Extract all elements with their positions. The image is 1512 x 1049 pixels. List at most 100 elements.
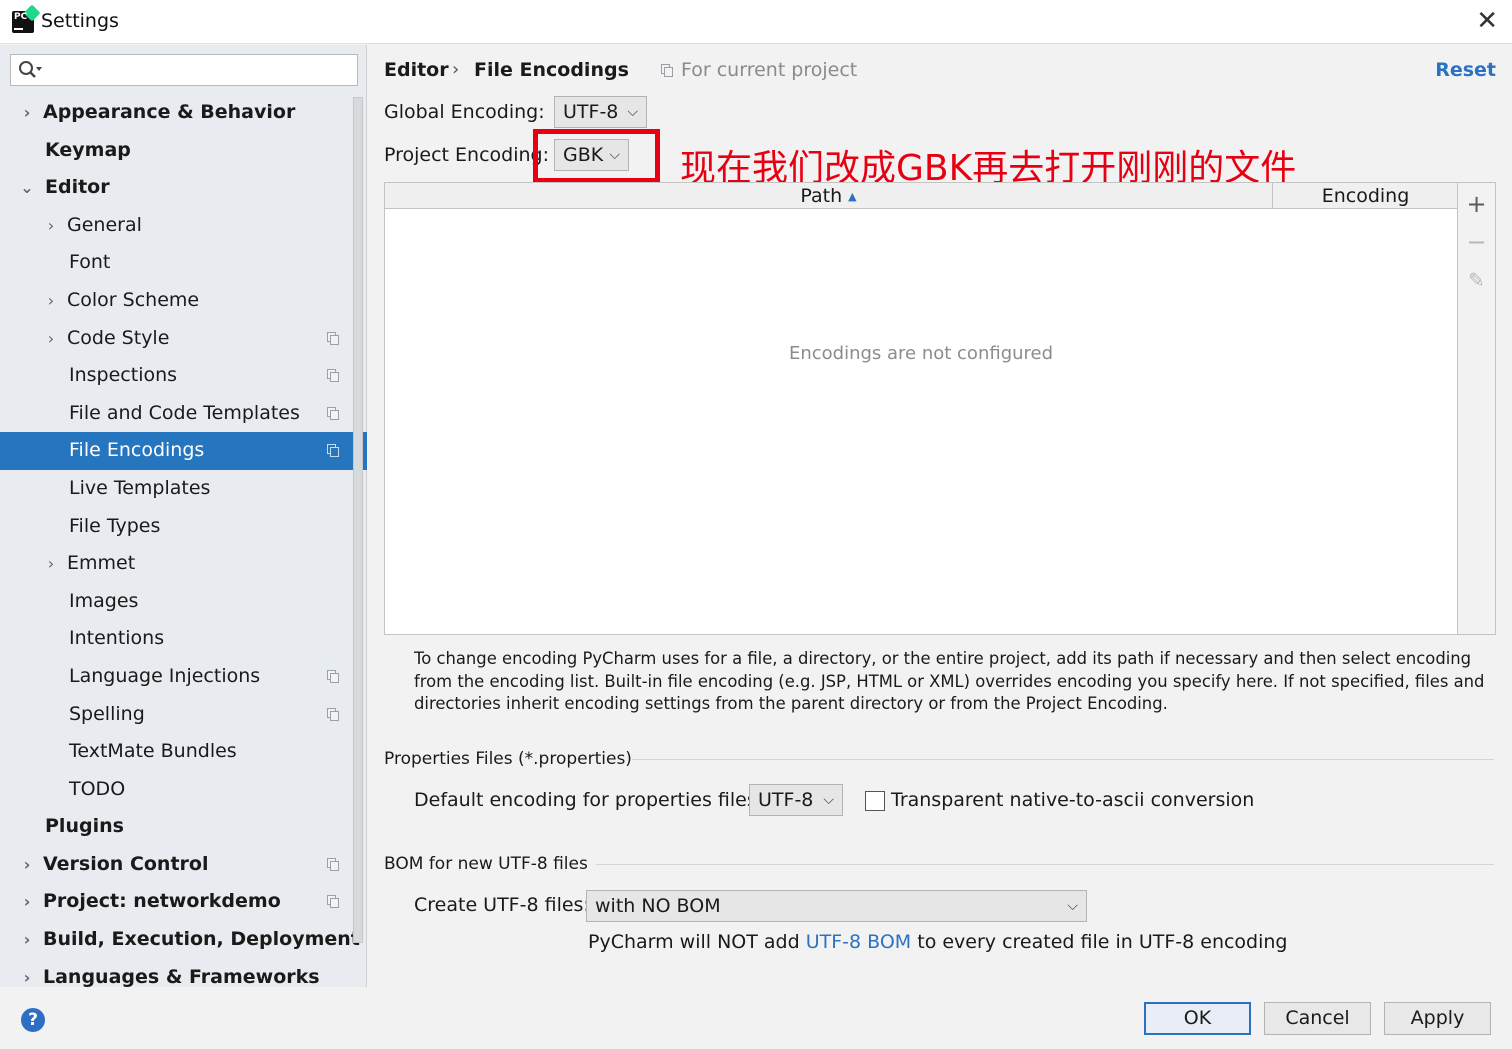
add-icon[interactable]: + (1458, 185, 1495, 223)
sidebar-item-general[interactable]: › General (0, 207, 352, 245)
sidebar-item-appearance-behavior[interactable]: › Appearance & Behavior (0, 94, 352, 132)
settings-sidebar: › Appearance & Behavior Keymap ⌄ Editor › Gene… (0, 45, 367, 988)
settings-tree: › Appearance & Behavior Keymap ⌄ Editor › Gene… (0, 94, 367, 996)
properties-encoding-label: Default encoding for properties files: (414, 789, 764, 811)
utf8-bom-link[interactable]: UTF-8 BOM (806, 931, 911, 953)
sidebar-item-project-networkdemo[interactable]: › Project: networkdemo (0, 883, 352, 921)
sidebar-item-spelling[interactable]: Spelling (0, 696, 352, 734)
sidebar-item-color-scheme[interactable]: › Color Scheme (0, 282, 352, 320)
sidebar-item-label: Emmet (67, 552, 136, 575)
chevron-right-icon[interactable]: › (44, 207, 58, 245)
sidebar-item-font[interactable]: Font (0, 244, 352, 282)
sidebar-item-plugins[interactable]: Plugins (0, 808, 352, 846)
breadcrumb-editor: Editor (384, 59, 449, 81)
sidebar-item-inspections[interactable]: Inspections (0, 357, 352, 395)
sidebar-item-code-style[interactable]: › Code Style (0, 320, 352, 358)
chevron-right-icon[interactable]: › (44, 545, 58, 583)
help-icon[interactable]: ? (21, 1008, 45, 1032)
ok-button[interactable]: OK (1144, 1002, 1251, 1035)
sidebar-item-language-injections[interactable]: Language Injections (0, 658, 352, 696)
chevron-right-icon[interactable]: › (20, 94, 34, 132)
reset-link[interactable]: Reset (1435, 59, 1496, 81)
chevron-right-icon[interactable]: › (20, 883, 34, 921)
sidebar-item-label: TextMate Bundles (69, 740, 237, 763)
sidebar-item-live-templates[interactable]: Live Templates (0, 470, 352, 508)
close-icon[interactable]: ✕ (1476, 8, 1498, 34)
sidebar-item-todo[interactable]: TODO (0, 771, 352, 809)
sidebar-item-file-types[interactable]: File Types (0, 508, 352, 546)
sidebar-item-label: Plugins (45, 815, 124, 838)
section-divider (632, 759, 1494, 760)
sidebar-item-label: Editor (45, 176, 110, 199)
sidebar-item-label: File and Code Templates (69, 401, 300, 424)
sort-ascending-icon: ▲ (848, 190, 857, 203)
sidebar-item-file-encodings[interactable]: File Encodings (0, 432, 367, 470)
sidebar-item-keymap[interactable]: Keymap (0, 132, 352, 170)
project-scope-icon (327, 707, 340, 721)
properties-encoding-select[interactable]: UTF-8 ⌵ (749, 784, 843, 816)
project-scope-icon (327, 406, 340, 420)
chevron-right-icon[interactable]: › (44, 320, 58, 358)
chevron-right-icon[interactable]: › (44, 282, 58, 320)
chevron-right-icon[interactable]: › (20, 921, 34, 959)
properties-encoding-value: UTF-8 (758, 789, 814, 811)
sidebar-item-textmate-bundles[interactable]: TextMate Bundles (0, 733, 352, 771)
window-title: Settings (41, 10, 119, 32)
chevron-down-icon: ⌵ (627, 104, 638, 120)
project-scope-icon (661, 64, 674, 77)
create-utf8-label: Create UTF-8 files: (414, 894, 590, 916)
search-box[interactable] (10, 54, 358, 86)
sidebar-item-emmet[interactable]: › Emmet (0, 545, 352, 583)
global-encoding-label: Global Encoding: (384, 101, 545, 123)
sidebar-item-images[interactable]: Images (0, 583, 352, 621)
sidebar-item-label: Build, Execution, Deployment (43, 928, 360, 951)
sidebar-item-label: General (67, 213, 142, 236)
sidebar-item-label: Spelling (69, 702, 145, 725)
transparent-conversion-checkbox[interactable] (865, 791, 885, 811)
search-icon (19, 61, 42, 78)
sidebar-item-label: TODO (69, 777, 126, 800)
encodings-table: Path ▲ Encoding Encodings are not configu… (384, 182, 1458, 635)
sidebar-item-label: Project: networkdemo (43, 890, 281, 913)
section-divider (596, 864, 1494, 865)
bom-note-prefix: PyCharm will NOT add (588, 931, 806, 953)
chevron-right-icon[interactable]: › (20, 846, 34, 884)
sidebar-item-editor[interactable]: ⌄ Editor (0, 169, 352, 207)
search-input[interactable] (47, 57, 347, 83)
sidebar-item-file-and-code-templates[interactable]: File and Code Templates (0, 395, 352, 433)
transparent-conversion-label[interactable]: Transparent native-to-ascii conversion (891, 789, 1254, 811)
sidebar-item-label: Live Templates (69, 476, 211, 499)
bom-select[interactable]: with NO BOM ⌵ (586, 890, 1087, 922)
project-scope-icon (327, 331, 340, 345)
edit-icon[interactable]: ✎ (1458, 261, 1495, 299)
sidebar-item-label: Images (69, 589, 139, 612)
bom-select-value: with NO BOM (595, 895, 721, 917)
sidebar-item-intentions[interactable]: Intentions (0, 620, 352, 658)
title-bar: PC Settings ✕ (0, 0, 1512, 44)
table-toolbar: + − ✎ (1458, 182, 1496, 635)
project-encoding-label: Project Encoding: (384, 144, 550, 166)
sidebar-item-label: Appearance & Behavior (43, 101, 296, 123)
remove-icon[interactable]: − (1458, 223, 1495, 261)
bom-note-suffix: to every created file in UTF-8 encoding (911, 931, 1288, 953)
global-encoding-value: UTF-8 (563, 101, 619, 123)
chevron-down-icon: ⌵ (1067, 898, 1078, 914)
settings-content: Editor › File Encodings For current proj… (368, 45, 1512, 987)
sidebar-scrollbar[interactable] (353, 97, 363, 943)
properties-section-title: Properties Files (*.properties) (384, 749, 632, 769)
sidebar-item-label: Font (69, 251, 111, 274)
breadcrumb-separator: › (452, 59, 460, 80)
cancel-button[interactable]: Cancel (1264, 1002, 1371, 1035)
global-encoding-select[interactable]: UTF-8 ⌵ (554, 96, 647, 128)
column-header-encoding[interactable]: Encoding (1274, 183, 1457, 209)
column-header-path[interactable]: Path ▲ (385, 183, 1273, 209)
annotation-highlight-box (533, 129, 660, 183)
page-title: File Encodings (474, 59, 629, 81)
sidebar-item-version-control[interactable]: › Version Control (0, 846, 352, 884)
sidebar-item-label: File Encodings (69, 439, 205, 462)
chevron-down-icon[interactable]: ⌄ (20, 169, 34, 207)
apply-button[interactable]: Apply (1384, 1002, 1491, 1035)
sidebar-item-build-execution-deployment[interactable]: › Build, Execution, Deployment (0, 921, 360, 959)
dialog-footer: ? OK Cancel Apply (0, 987, 1512, 1049)
sidebar-item-label: Version Control (43, 852, 209, 875)
